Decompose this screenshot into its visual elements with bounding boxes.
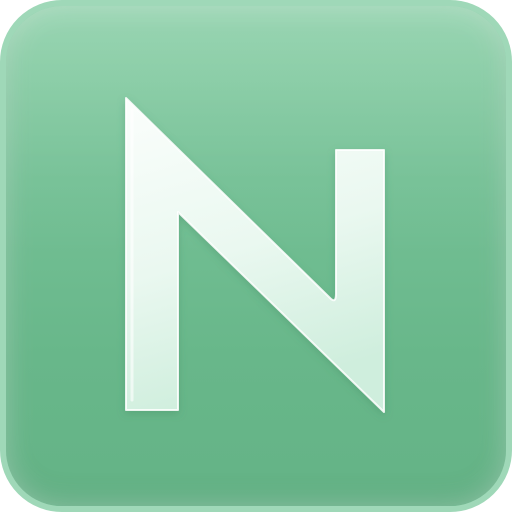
n-logo-icon bbox=[125, 97, 385, 413]
app-icon-canvas bbox=[0, 0, 512, 512]
n-glyph-shape bbox=[125, 97, 385, 413]
